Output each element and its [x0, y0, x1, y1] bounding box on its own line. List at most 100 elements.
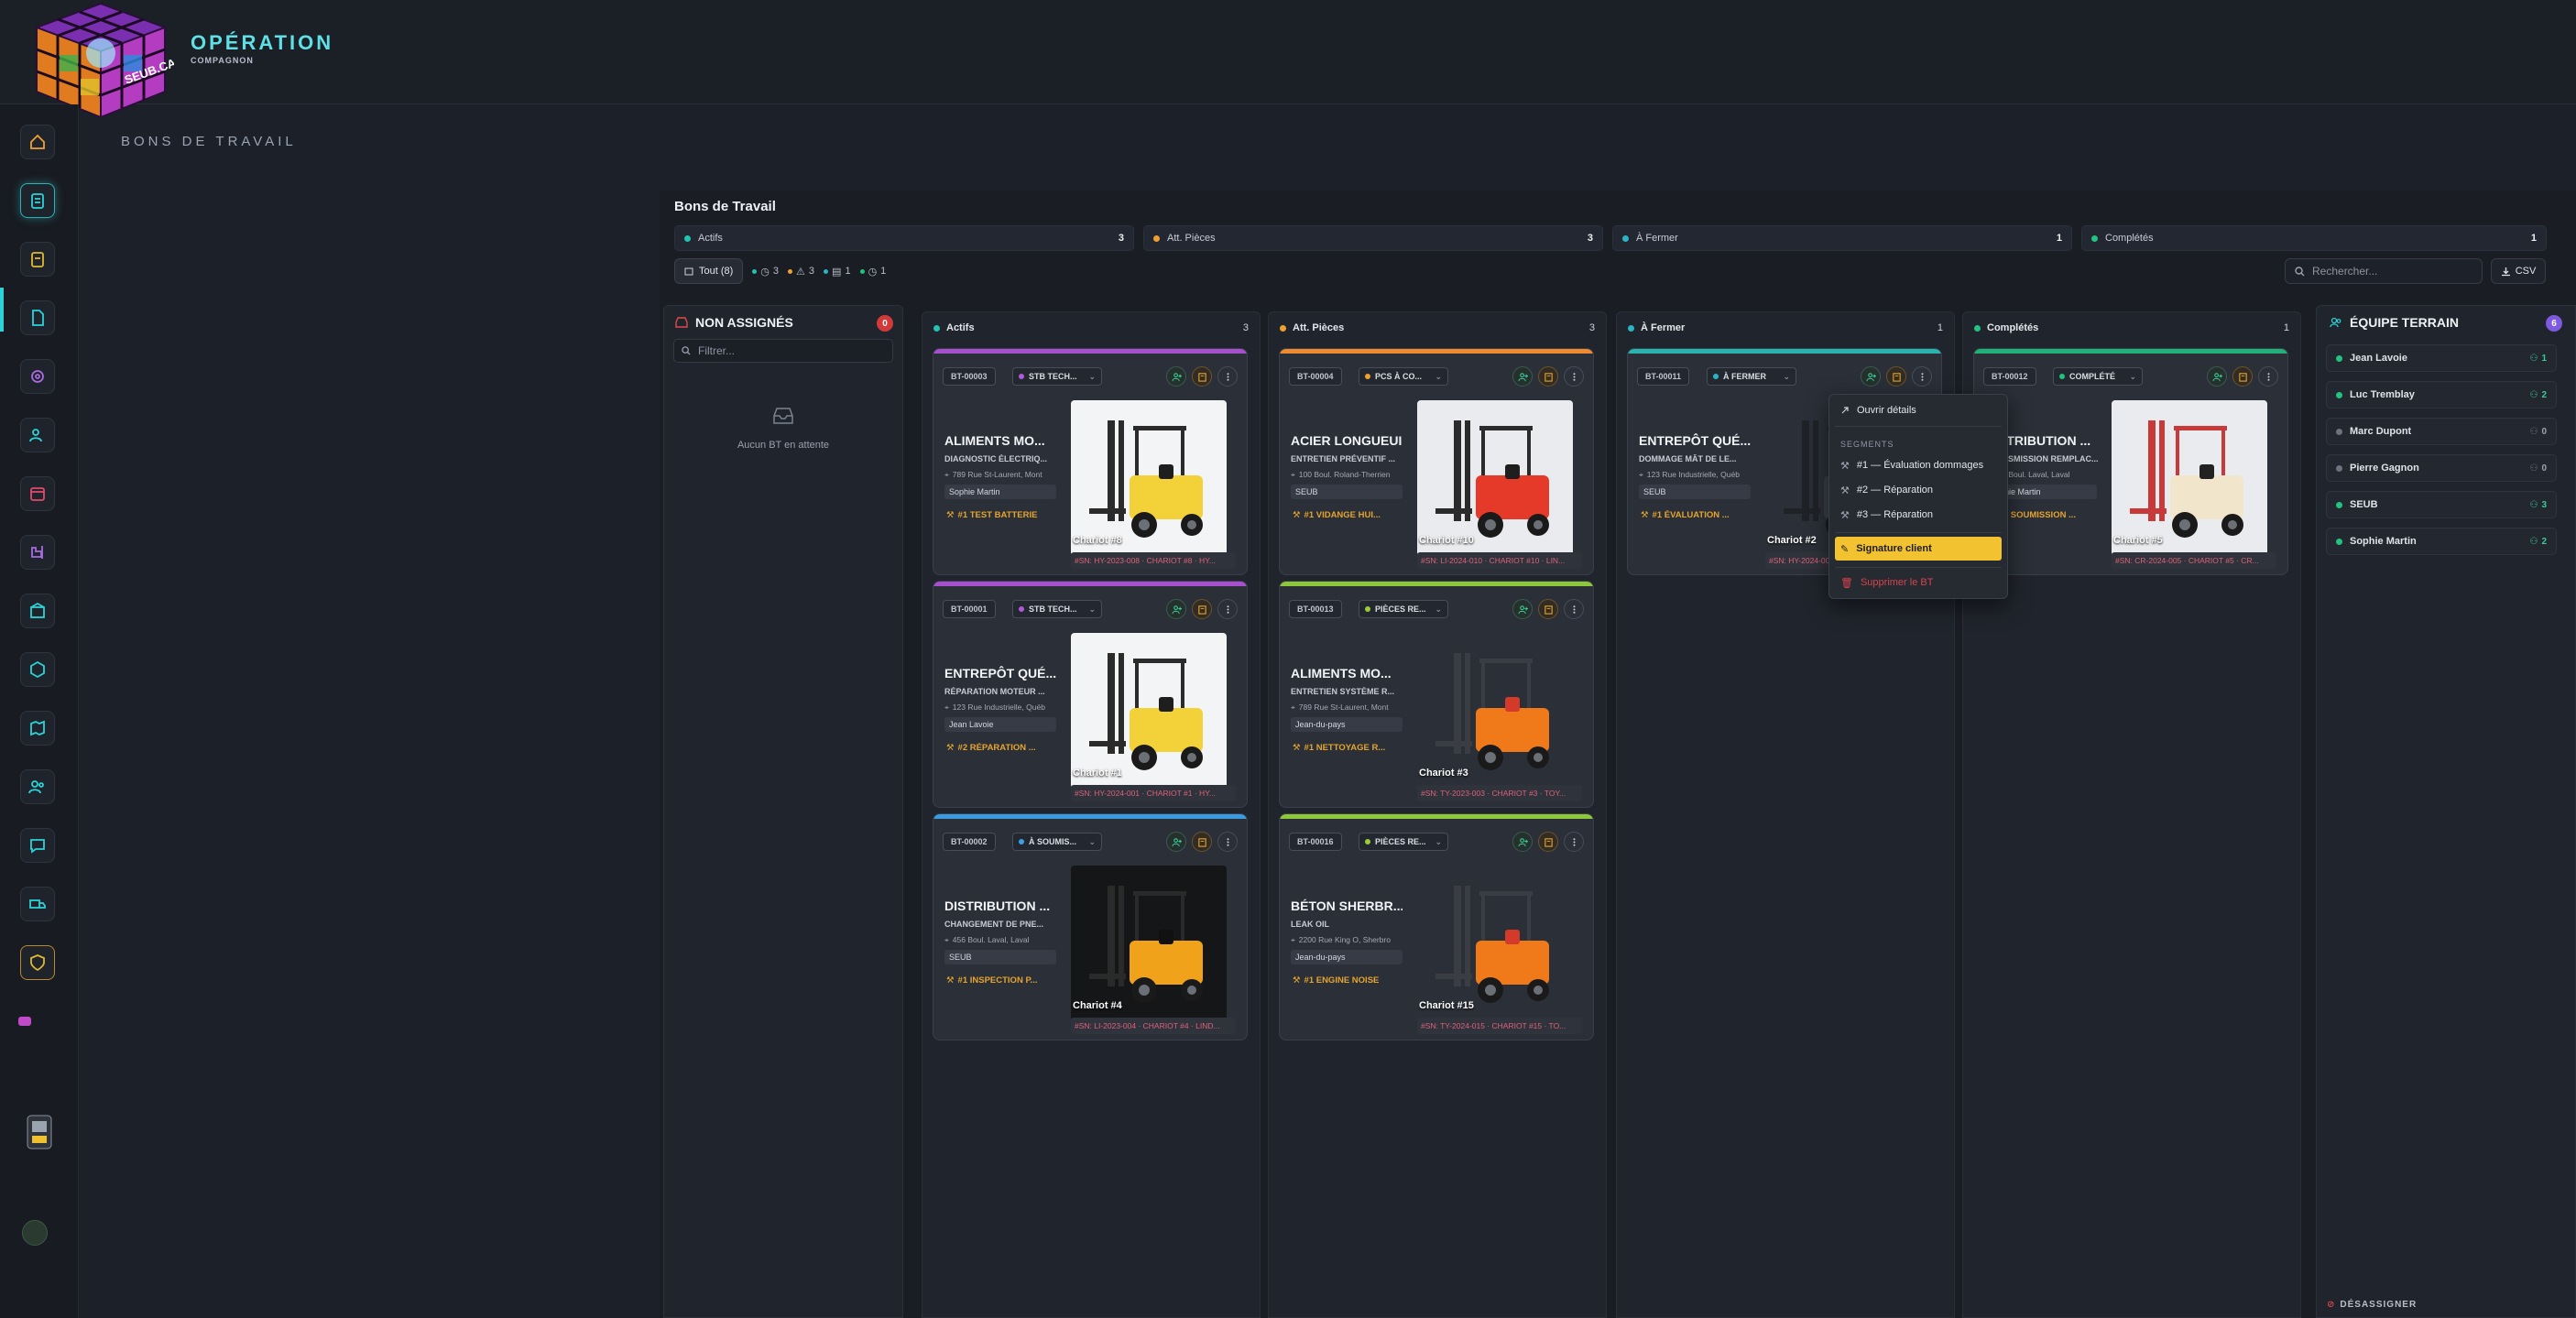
forklift-photo[interactable] [1071, 866, 1227, 1021]
stat-a-fermer[interactable]: À Fermer 1 [1612, 225, 2072, 251]
assign-tech-button[interactable] [1166, 366, 1186, 387]
forklift-photo[interactable] [1417, 633, 1573, 789]
bt-number[interactable]: BT-00013 [1289, 600, 1342, 618]
team-member-row[interactable]: Pierre Gagnon ⚇ 0 [2326, 454, 2557, 482]
nav-inventory-icon[interactable] [20, 594, 55, 628]
bt-number[interactable]: BT-00001 [943, 600, 996, 618]
nav-map-icon[interactable] [20, 711, 55, 746]
parts-button[interactable] [1538, 832, 1558, 852]
status-dropdown[interactable]: PCS À CO... ⌄ [1359, 367, 1448, 386]
status-dropdown[interactable]: À SOUMIS... ⌄ [1012, 833, 1102, 851]
nav-forklift-icon[interactable] [20, 535, 55, 570]
nav-shield-icon[interactable] [20, 945, 55, 980]
parts-button[interactable] [1886, 366, 1906, 387]
more-menu-button[interactable] [2258, 366, 2278, 387]
more-menu-button[interactable] [1564, 366, 1584, 387]
more-menu-button[interactable] [1912, 366, 1932, 387]
menu-signature-client[interactable]: ✎ Signature client [1835, 537, 2002, 561]
csv-export-button[interactable]: CSV [2491, 258, 2546, 284]
nav-small-logo-icon[interactable] [16, 1015, 33, 1028]
team-member-row[interactable]: Luc Tremblay ⚇ 2 [2326, 381, 2557, 408]
filter-chip-a-fermer[interactable]: ▤ 1 [824, 266, 851, 278]
assign-tech-button[interactable] [1512, 366, 1533, 387]
forklift-photo[interactable] [1071, 400, 1227, 556]
menu-segment-2[interactable]: ⚒ #2 — Réparation [1835, 480, 2002, 500]
more-menu-button[interactable] [1564, 599, 1584, 619]
filter-chip-actifs[interactable]: ◷ 3 [752, 266, 779, 278]
filter-chip-completes[interactable]: ◷ 1 [859, 266, 886, 278]
filter-all-chip[interactable]: Tout (8) [674, 258, 744, 284]
nav-network-icon[interactable] [20, 359, 55, 394]
forklift-photo[interactable] [1417, 400, 1573, 556]
assign-tech-button[interactable] [1861, 366, 1881, 387]
nav-clients-icon[interactable] [20, 418, 55, 452]
nav-document-icon[interactable] [20, 300, 55, 335]
address-text: 100 Boul. Roland-Therrien [1298, 470, 1391, 479]
parts-button[interactable] [1192, 599, 1212, 619]
bt-number[interactable]: BT-00012 [1983, 367, 2036, 386]
nav-work-orders-icon[interactable] [20, 183, 55, 218]
bt-number[interactable]: BT-00002 [943, 833, 996, 851]
bt-number[interactable]: BT-00011 [1637, 367, 1690, 386]
work-order-card[interactable]: BT-00016 PIÈCES RE... ⌄ BÉTON SHERBR... LEAK… [1279, 813, 1594, 1040]
forklift-photo[interactable] [2112, 400, 2267, 556]
status-dropdown[interactable]: STB TECH... ⌄ [1012, 600, 1102, 618]
assign-tech-button[interactable] [1166, 599, 1186, 619]
menu-open-details[interactable]: Ouvrir détails [1835, 400, 2002, 420]
nav-calendar-icon[interactable] [20, 476, 55, 511]
menu-segment-3[interactable]: ⚒ #3 — Réparation [1835, 505, 2002, 525]
nav-package-icon[interactable] [20, 652, 55, 687]
parts-button[interactable] [2232, 366, 2253, 387]
forklift-photo[interactable] [1417, 866, 1573, 1021]
status-dropdown[interactable]: STB TECH... ⌄ [1012, 367, 1102, 386]
work-order-card[interactable]: BT-00003 STB TECH... ⌄ ALIMENTS MO... DIAGNO… [933, 348, 1248, 575]
stat-att-pieces[interactable]: Att. Pièces 3 [1143, 225, 1603, 251]
user-avatar[interactable] [22, 1220, 48, 1246]
seub-cube-logo[interactable]: SEUB.CA [27, 0, 174, 117]
menu-delete-bt[interactable]: 🗑 Supprimer le BT [1835, 572, 2002, 593]
more-menu-button[interactable] [1217, 599, 1238, 619]
work-order-card[interactable]: BT-00004 PCS À CO... ⌄ ACIER LONGUEUIL ENTRE… [1279, 348, 1594, 575]
device-status-icon[interactable] [24, 1112, 55, 1152]
nav-chat-icon[interactable] [20, 828, 55, 863]
bt-number[interactable]: BT-00003 [943, 367, 996, 386]
stat-completes[interactable]: Complétés 1 [2081, 225, 2547, 251]
assign-tech-button[interactable] [1166, 832, 1186, 852]
status-dropdown[interactable]: PIÈCES RE... ⌄ [1359, 833, 1448, 851]
assign-tech-button[interactable] [2207, 366, 2227, 387]
team-member-row[interactable]: Jean Lavoie ⚇ 1 [2326, 344, 2557, 372]
stat-actifs[interactable]: Actifs 3 [674, 225, 1134, 251]
status-dropdown[interactable]: À FERMER ⌄ [1707, 367, 1796, 386]
bt-number[interactable]: BT-00016 [1289, 833, 1342, 851]
status-dropdown[interactable]: PIÈCES RE... ⌄ [1359, 600, 1448, 618]
nav-clipboard-icon[interactable] [20, 242, 55, 277]
assign-tech-button[interactable] [1512, 599, 1533, 619]
menu-segment-1[interactable]: ⚒ #1 — Évaluation dommages [1835, 455, 2002, 475]
nav-truck-icon[interactable] [20, 887, 55, 921]
work-order-card[interactable]: BT-00012 COMPLÉTÉ ⌄ DISTRIBUTION ... TRANSMI… [1973, 348, 2288, 575]
work-order-card[interactable]: BT-00013 PIÈCES RE... ⌄ ALIMENTS MO... ENTRE… [1279, 581, 1594, 808]
more-menu-button[interactable] [1217, 366, 1238, 387]
status-dropdown[interactable]: COMPLÉTÉ ⌄ [2053, 367, 2143, 386]
bt-number[interactable]: BT-00004 [1289, 367, 1342, 386]
filter-chip-att-pieces[interactable]: ⚠ 3 [788, 266, 814, 278]
parts-button[interactable] [1192, 366, 1212, 387]
assign-tech-button[interactable] [1512, 832, 1533, 852]
nav-team-icon[interactable] [20, 769, 55, 804]
search-input[interactable]: Rechercher... [2285, 258, 2483, 284]
parts-button[interactable] [1538, 599, 1558, 619]
parts-button[interactable] [1192, 832, 1212, 852]
more-menu-button[interactable] [1217, 832, 1238, 852]
unassign-button[interactable]: ⊘ DÉSASSIGNER [2327, 1300, 2417, 1310]
team-member-row[interactable]: SEUB ⚇ 3 [2326, 491, 2557, 518]
parts-button[interactable] [1538, 366, 1558, 387]
nav-home-icon[interactable] [20, 125, 55, 159]
more-menu-button[interactable] [1564, 832, 1584, 852]
forklift-photo[interactable] [1071, 633, 1227, 789]
work-order-card[interactable]: BT-00001 STB TECH... ⌄ ENTREPÔT QUÉ... RÉPAR… [933, 581, 1248, 808]
external-link-icon [1841, 407, 1849, 414]
unassigned-filter-input[interactable]: Filtrer... [673, 339, 893, 363]
work-order-card[interactable]: BT-00002 À SOUMIS... ⌄ DISTRIBUTION ... CHAN… [933, 813, 1248, 1040]
team-member-row[interactable]: Sophie Martin ⚇ 2 [2326, 528, 2557, 555]
team-member-row[interactable]: Marc Dupont ⚇ 0 [2326, 418, 2557, 445]
